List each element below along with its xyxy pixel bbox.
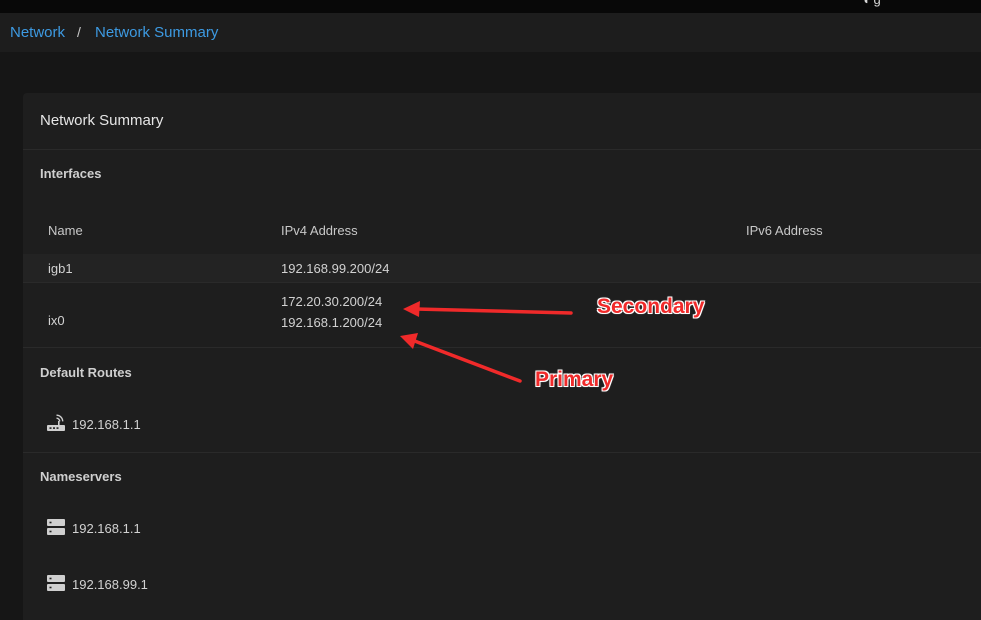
router-icon: [46, 413, 66, 433]
breadcrumb-network-link[interactable]: Network: [10, 24, 65, 41]
nameservers-section-label: Nameservers: [40, 469, 122, 484]
column-header-ipv4: IPv4 Address: [281, 223, 358, 238]
interface-ipv4-secondary: 172.20.30.200/24: [281, 294, 383, 309]
section-divider: [23, 452, 981, 453]
table-row: igb1 192.168.99.200/24: [23, 254, 981, 283]
column-header-ipv6: IPv6 Address: [746, 223, 823, 238]
card-header: Network Summary: [23, 93, 981, 150]
interfaces-table-header: Name IPv4 Address IPv6 Address: [23, 211, 981, 251]
breadcrumb: Network / Network Summary: [0, 13, 981, 52]
default-routes-section-label: Default Routes: [40, 365, 132, 380]
breadcrumb-separator: /: [77, 24, 81, 40]
interface-ipv4-primary: 192.168.1.200/24: [281, 315, 383, 330]
nameserver-value: 192.168.1.1: [72, 521, 141, 536]
breadcrumb-network-summary-link[interactable]: Network Summary: [95, 24, 218, 41]
network-summary-card: Network Summary Interfaces Name IPv4 Add…: [23, 93, 981, 620]
list-item: 192.168.1.1: [23, 404, 981, 444]
table-row: ix0 172.20.30.200/24 192.168.1.200/24: [23, 283, 981, 348]
server-icon: [46, 573, 66, 593]
server-icon: [46, 517, 66, 537]
interface-name: ix0: [48, 313, 65, 328]
list-item: 192.168.99.1: [23, 564, 981, 604]
top-bar: ◖ g: [0, 0, 981, 13]
nameserver-value: 192.168.99.1: [72, 577, 148, 592]
interfaces-section-label: Interfaces: [40, 166, 102, 181]
column-header-name: Name: [48, 223, 83, 238]
interface-ipv4: 192.168.99.200/24: [281, 261, 390, 276]
interface-name: igb1: [48, 261, 73, 276]
topbar-partial-text: ◖ g: [862, 0, 881, 6]
list-item: 192.168.1.1: [23, 508, 981, 548]
card-title: Network Summary: [40, 112, 164, 129]
network-summary-page: ◖ g Network / Network Summary Network Su…: [0, 0, 981, 620]
default-route-value: 192.168.1.1: [72, 417, 141, 432]
